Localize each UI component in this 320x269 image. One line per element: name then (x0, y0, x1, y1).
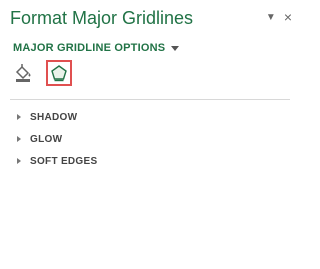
section-label: SOFT EDGES (30, 155, 98, 167)
tab-bar (10, 60, 72, 86)
pane-options-caret-icon[interactable]: ▼ (266, 12, 276, 23)
close-icon[interactable]: × (284, 10, 292, 24)
section-soft-edges[interactable]: SOFT EDGES (17, 150, 97, 172)
options-dropdown[interactable]: MAJOR GRIDLINE OPTIONS (13, 42, 180, 54)
expand-arrow-icon (17, 158, 21, 164)
section-list: SHADOW GLOW SOFT EDGES (17, 106, 97, 172)
section-glow[interactable]: GLOW (17, 128, 97, 150)
section-divider (10, 99, 290, 100)
pane-controls: ▼ × (266, 10, 292, 24)
section-shadow[interactable]: SHADOW (17, 106, 97, 128)
chevron-down-icon (171, 45, 180, 51)
expand-arrow-icon (17, 136, 21, 142)
options-dropdown-label: MAJOR GRIDLINE OPTIONS (13, 42, 166, 54)
expand-arrow-icon (17, 114, 21, 120)
section-label: SHADOW (30, 111, 78, 123)
tab-fill-line[interactable] (10, 60, 36, 86)
section-label: GLOW (30, 133, 63, 145)
fill-line-icon (15, 64, 31, 82)
pane-title: Format Major Gridlines (10, 8, 194, 28)
effects-icon (51, 65, 67, 82)
tab-effects[interactable] (46, 60, 72, 86)
